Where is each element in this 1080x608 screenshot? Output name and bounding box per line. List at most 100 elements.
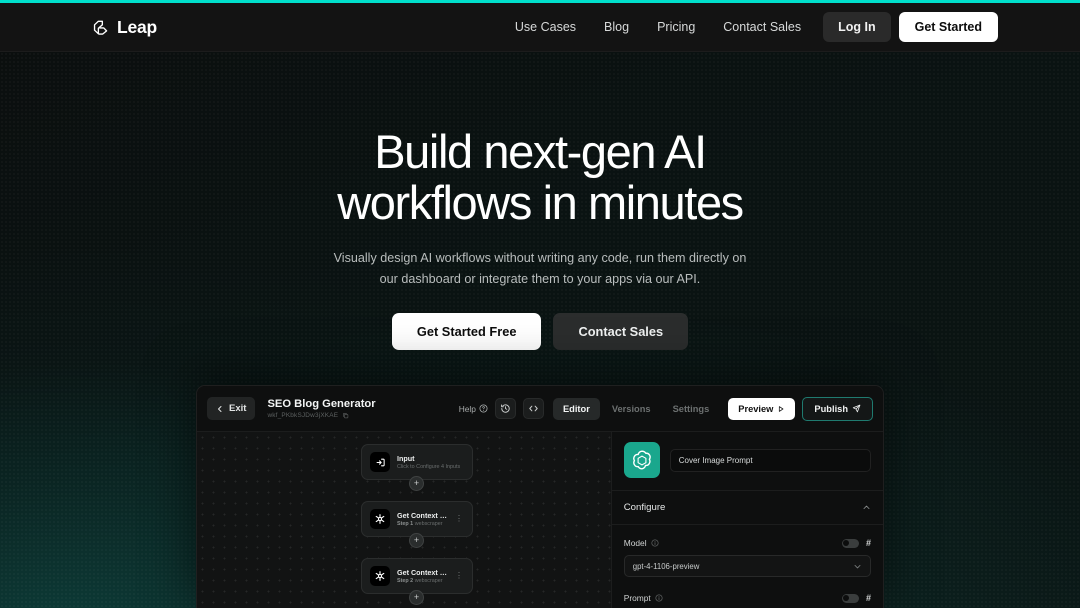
arrow-left-icon bbox=[218, 405, 222, 412]
hash-icon[interactable]: # bbox=[866, 593, 871, 603]
top-accent-bar bbox=[0, 0, 1080, 3]
node-subtitle: Step 1 webscraper bbox=[397, 521, 447, 527]
nav-link-pricing[interactable]: Pricing bbox=[643, 14, 709, 40]
model-select-value: gpt-4-1106-preview bbox=[632, 561, 700, 571]
site-header: Leap Use Cases Blog Pricing Contact Sale… bbox=[0, 3, 1080, 52]
help-button[interactable]: Help bbox=[459, 404, 488, 414]
workflow-id: wkf_PKbkSJDw3jXKAE bbox=[267, 412, 339, 419]
node-title: Get Context from ... bbox=[397, 510, 447, 520]
configure-section-title: Configure bbox=[623, 502, 666, 513]
node-type: webscraper bbox=[414, 521, 443, 528]
model-toggle[interactable] bbox=[841, 538, 859, 548]
prompt-label-group: Prompt bbox=[624, 593, 663, 603]
add-node-button-1[interactable]: + bbox=[409, 476, 424, 491]
node-text: Get Context from B... Step 2 webscraper bbox=[397, 568, 447, 585]
prompt-toggle[interactable] bbox=[841, 593, 859, 603]
publish-label: Publish bbox=[814, 403, 848, 414]
exit-button[interactable]: Exit bbox=[207, 397, 256, 420]
add-node-button-3[interactable]: + bbox=[409, 590, 424, 605]
hero-title: Build next-gen AI workflows in minutes bbox=[0, 125, 1080, 230]
workflow-canvas[interactable]: Input Click to Configure 4 Inputs + Get … bbox=[197, 432, 611, 608]
node-menu-button[interactable]: ⋮ bbox=[454, 572, 464, 580]
tab-settings[interactable]: Settings bbox=[663, 398, 720, 420]
webscraper-asterisk-icon bbox=[375, 571, 385, 581]
node-title: Get Context from B... bbox=[397, 567, 447, 577]
hero-title-line-2: workflows in minutes bbox=[337, 176, 744, 230]
code-button[interactable] bbox=[522, 398, 544, 419]
node-input[interactable]: Input Click to Configure 4 Inputs bbox=[361, 444, 473, 480]
prompt-field-row: Prompt # bbox=[624, 593, 871, 603]
preview-button[interactable]: Preview bbox=[728, 397, 796, 420]
model-select[interactable]: gpt-4-1106-preview bbox=[623, 555, 871, 577]
openai-logo-icon bbox=[623, 442, 660, 478]
node-menu-button[interactable]: ⋮ bbox=[454, 515, 464, 523]
hero-section: Build next-gen AI workflows in minutes V… bbox=[0, 52, 1080, 351]
hero-title-line-1: Build next-gen AI bbox=[374, 125, 707, 178]
hash-icon[interactable]: # bbox=[866, 538, 871, 548]
chevron-up-icon bbox=[863, 505, 870, 510]
brand-name: Leap bbox=[117, 16, 158, 37]
app-body: Input Click to Configure 4 Inputs + Get … bbox=[197, 432, 883, 608]
node-get-context-1[interactable]: Get Context from ... Step 1 webscraper ⋮ bbox=[361, 501, 473, 537]
model-label-group: Model bbox=[624, 538, 659, 548]
help-label: Help bbox=[458, 403, 476, 414]
workflow-title: SEO Blog Generator bbox=[267, 398, 376, 410]
contact-sales-button[interactable]: Contact Sales bbox=[553, 313, 689, 351]
history-button[interactable] bbox=[494, 398, 516, 419]
play-icon bbox=[779, 405, 784, 412]
info-circle-icon[interactable] bbox=[655, 594, 663, 602]
hero-subtitle: Visually design AI workflows without wri… bbox=[333, 251, 747, 286]
code-brackets-icon bbox=[529, 405, 538, 412]
configure-section-header[interactable]: Configure bbox=[624, 491, 871, 524]
brand-logo[interactable]: Leap bbox=[92, 17, 157, 38]
chevron-down-icon bbox=[854, 564, 861, 568]
model-label: Model bbox=[623, 538, 647, 548]
node-get-context-2[interactable]: Get Context from B... Step 2 webscraper … bbox=[361, 558, 473, 594]
copy-icon[interactable] bbox=[342, 412, 349, 419]
node-type: webscraper bbox=[414, 578, 443, 585]
node-icon-wrap bbox=[370, 566, 390, 586]
plus-icon: + bbox=[413, 478, 420, 488]
model-field-row: Model # bbox=[624, 538, 871, 548]
exit-label: Exit bbox=[229, 403, 247, 414]
plus-icon: + bbox=[413, 535, 420, 545]
config-header bbox=[623, 442, 871, 478]
history-clock-icon bbox=[501, 404, 510, 413]
info-circle-icon[interactable] bbox=[651, 539, 659, 547]
node-icon-wrap bbox=[370, 452, 390, 472]
node-text: Get Context from ... Step 1 webscraper bbox=[397, 511, 447, 528]
nav-link-contact-sales[interactable]: Contact Sales bbox=[709, 14, 815, 40]
node-text: Input Click to Configure 4 Inputs bbox=[397, 454, 464, 471]
input-arrow-icon bbox=[376, 458, 385, 466]
hero-cta-group: Get Started Free Contact Sales bbox=[0, 313, 1080, 351]
tab-versions[interactable]: Versions bbox=[602, 398, 661, 420]
view-tabs: Editor Versions Settings bbox=[551, 397, 721, 420]
workflow-meta: SEO Blog Generator wkf_PKbkSJDw3jXKAE bbox=[267, 398, 375, 419]
app-preview-window: Exit SEO Blog Generator wkf_PKbkSJDw3jXK… bbox=[196, 385, 884, 608]
main-navigation: Use Cases Blog Pricing Contact Sales Log… bbox=[501, 12, 998, 42]
config-divider-2 bbox=[611, 524, 883, 525]
prompt-field-controls: # bbox=[841, 593, 871, 603]
publish-button[interactable]: Publish bbox=[802, 396, 873, 421]
question-circle-icon bbox=[479, 404, 488, 413]
model-field-controls: # bbox=[841, 538, 871, 548]
openai-glyph bbox=[632, 450, 651, 470]
node-title: Input bbox=[397, 453, 415, 463]
prompt-label: Prompt bbox=[623, 593, 651, 603]
app-toolbar: Exit SEO Blog Generator wkf_PKbkSJDw3jXK… bbox=[197, 386, 883, 432]
node-name-input[interactable] bbox=[669, 448, 871, 472]
nav-link-use-cases[interactable]: Use Cases bbox=[501, 14, 590, 40]
landing-page: Leap Use Cases Blog Pricing Contact Sale… bbox=[0, 0, 1080, 608]
node-subtitle: Click to Configure 4 Inputs bbox=[397, 464, 461, 471]
node-step: Step 2 bbox=[397, 578, 414, 585]
node-icon-wrap bbox=[370, 509, 390, 529]
nav-link-blog[interactable]: Blog bbox=[590, 14, 643, 40]
preview-label: Preview bbox=[738, 403, 774, 414]
log-in-button[interactable]: Log In bbox=[823, 12, 891, 42]
send-plane-icon bbox=[852, 404, 861, 413]
get-started-free-button[interactable]: Get Started Free bbox=[391, 313, 542, 351]
get-started-button[interactable]: Get Started bbox=[898, 12, 998, 42]
workflow-id-row: wkf_PKbkSJDw3jXKAE bbox=[267, 412, 375, 419]
tab-editor[interactable]: Editor bbox=[552, 397, 600, 420]
add-node-button-2[interactable]: + bbox=[409, 533, 424, 548]
